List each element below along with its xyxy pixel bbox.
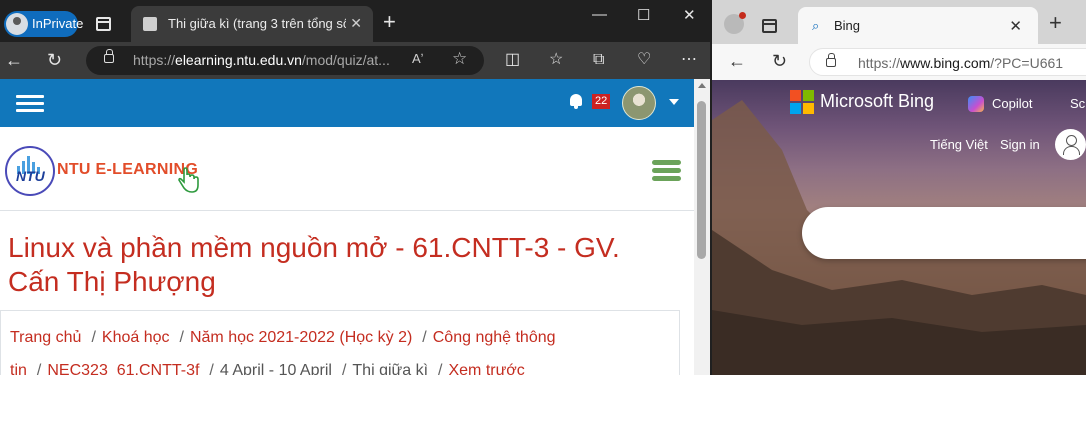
maximize-icon[interactable]: ☐ (637, 6, 650, 24)
pointing-hand-icon (178, 167, 199, 193)
breadcrumb-list: Trang chủ / Khoá học / Năm học 2021-2022 (Họ… (10, 321, 670, 375)
user-menu-caret-icon[interactable] (669, 99, 679, 105)
site-menu-icon[interactable] (652, 160, 681, 182)
back-icon[interactable]: ← (5, 50, 23, 70)
breadcrumb-item[interactable]: Khoá học (102, 329, 170, 346)
read-aloud-icon[interactable]: Aʼ (412, 51, 424, 66)
favorites-icon[interactable]: ☆ (549, 51, 563, 69)
breadcrumb-item: Thi giữa kì (352, 362, 429, 375)
user-avatar[interactable] (622, 86, 656, 120)
breadcrumb: Trang chủ / Khoá học / Năm học 2021-2022 (Họ… (0, 310, 680, 375)
active-tab[interactable]: Thi giữa kì (trang 3 trên tổng số 3) ✕ (131, 6, 373, 42)
ntu-logo[interactable]: NTU (5, 146, 55, 196)
refresh-icon[interactable]: ↻ (47, 50, 62, 70)
collections-icon[interactable]: ⧉ (593, 51, 604, 69)
inprivate-button[interactable]: InPrivate (4, 11, 83, 37)
url-text: https://elearning.ntu.edu.vn/mod/quiz/at… (133, 52, 390, 68)
breadcrumb-separator: / (91, 329, 96, 346)
tab-actions-icon[interactable] (762, 19, 777, 33)
tab-favicon-icon (143, 17, 157, 31)
notification-bell-icon[interactable] (569, 94, 583, 109)
right-title-bar: ⌕ Bing ✕ + (712, 0, 1086, 44)
tab-close-icon[interactable]: ✕ (1009, 17, 1022, 35)
minimize-icon[interactable]: — (592, 6, 607, 23)
breadcrumb-item[interactable]: Trang chủ (10, 329, 81, 346)
breadcrumb-item: 4 April - 10 April (219, 362, 332, 375)
scroll-up-arrow-icon[interactable] (698, 83, 706, 88)
scrollbar-thumb[interactable] (697, 101, 706, 259)
browser-essentials-icon[interactable]: ♡ (637, 51, 651, 69)
right-browser-window: ⌕ Bing ✕ + ← ↻ https://www.bing.com/?PC=… (712, 0, 1086, 375)
breadcrumb-separator: / (341, 362, 347, 375)
left-title-bar: InPrivate Thi giữa kì (trang 3 trên tổng… (0, 0, 710, 42)
right-address-bar-row: ← ↻ https://www.bing.com/?PC=U661 (712, 44, 1086, 80)
url-text: https://www.bing.com/?PC=U661 (858, 55, 1064, 71)
breadcrumb-separator: / (438, 362, 443, 375)
lock-icon (826, 53, 836, 67)
notification-count-badge: 22 (592, 94, 611, 109)
breadcrumb-separator: / (209, 362, 214, 375)
language-link[interactable]: Tiếng Việt (930, 137, 988, 152)
breadcrumb-item[interactable]: Xem trước (448, 362, 524, 375)
bing-logo-text[interactable]: Microsoft Bing (820, 91, 934, 112)
hamburger-menu-icon[interactable] (16, 95, 44, 113)
new-tab-icon[interactable]: + (383, 11, 396, 33)
search-icon: ⌕ (812, 18, 820, 33)
tab-close-icon[interactable]: ✕ (350, 15, 362, 32)
tab-title: Thi giữa kì (trang 3 trên tổng số 3) (168, 16, 346, 31)
tab-actions-icon[interactable] (96, 17, 111, 31)
close-window-icon[interactable]: ✕ (683, 6, 696, 24)
copilot-icon[interactable] (968, 96, 984, 112)
left-address-bar-row: ← ↻ https://elearning.ntu.edu.vn/mod/qui… (0, 42, 710, 79)
more-options-icon[interactable]: ⋯ (681, 51, 697, 69)
split-screen-icon[interactable]: ◫ (505, 51, 520, 69)
logo-text: NTU (16, 168, 45, 184)
breadcrumb-separator: / (179, 329, 184, 346)
tab-title: Bing (834, 18, 861, 33)
breadcrumb-separator: / (422, 329, 427, 346)
inprivate-label: InPrivate (32, 16, 84, 31)
nav-link-truncated[interactable]: Sch (1070, 96, 1086, 111)
site-header: NTU NTU E-LEARNING (0, 127, 694, 211)
breadcrumb-separator: / (36, 362, 42, 375)
profile-icon[interactable] (724, 12, 746, 34)
left-browser-window: InPrivate Thi giữa kì (trang 3 trên tổng… (0, 0, 710, 375)
breadcrumb-item[interactable]: NEC323_61.CNTT-3f (47, 362, 199, 375)
new-tab-icon[interactable]: + (1049, 12, 1062, 34)
inprivate-profile-icon (6, 13, 28, 35)
sign-in-link[interactable]: Sign in (1000, 137, 1040, 152)
bing-tab[interactable]: ⌕ Bing ✕ (798, 7, 1038, 44)
url-field[interactable]: https://elearning.ntu.edu.vn/mod/quiz/at… (86, 46, 484, 75)
copilot-link[interactable]: Copilot (992, 96, 1032, 111)
back-icon[interactable]: ← (728, 51, 746, 72)
microsoft-logo-icon[interactable] (790, 90, 814, 114)
course-title: Linux và phần mềm nguồn mở - 61.CNTT-3 -… (8, 232, 620, 297)
url-field[interactable]: https://www.bing.com/?PC=U661 (809, 48, 1086, 76)
breadcrumb-item[interactable]: Năm học 2021-2022 (Học kỳ 2) (190, 329, 412, 346)
moodle-navbar: 22 (0, 79, 694, 127)
favorite-star-icon[interactable]: ☆ (452, 49, 467, 69)
bing-search-input[interactable] (802, 207, 1086, 259)
lock-icon (104, 49, 114, 63)
refresh-icon[interactable]: ↻ (772, 51, 787, 72)
user-account-icon[interactable] (1055, 129, 1086, 160)
